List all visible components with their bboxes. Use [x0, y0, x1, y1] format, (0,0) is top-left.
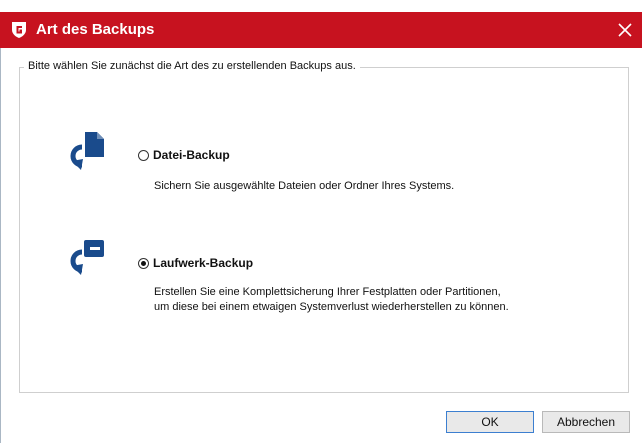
drive-backup-label: Laufwerk-Backup	[153, 256, 254, 270]
window-title: Art des Backups	[36, 21, 155, 38]
backup-type-dialog: Art des Backups Bitte wählen Sie zunächs…	[0, 0, 642, 443]
file-backup-icon	[66, 130, 106, 178]
drive-backup-description-line-1: Erstellen Sie eine Komplettsicherung Ihr…	[154, 286, 501, 298]
drive-backup-icon	[66, 238, 106, 286]
title-bar: Art des Backups	[0, 12, 642, 48]
cancel-button[interactable]: Abbrechen	[542, 411, 630, 433]
window-border	[0, 48, 1, 443]
group-caption: Bitte wählen Sie zunächst die Art des zu…	[24, 60, 360, 72]
file-backup-description-line: Sichern Sie ausgewählte Dateien oder Ord…	[154, 180, 455, 192]
gdata-logo-icon	[10, 21, 28, 39]
radio-drive-backup[interactable]: Laufwerk-Backup	[138, 256, 253, 270]
radio-drive-backup-indicator[interactable]	[138, 257, 149, 269]
file-backup-description: Sichern Sie ausgewählte Dateien oder Ord…	[154, 179, 454, 194]
radio-file-backup-indicator[interactable]	[138, 149, 149, 161]
close-icon[interactable]	[612, 16, 638, 44]
radio-file-backup[interactable]: Datei-Backup	[138, 148, 230, 162]
drive-backup-description-line-2: um diese bei einem etwaigen Systemverlus…	[154, 301, 509, 313]
drive-backup-description: Erstellen Sie eine Komplettsicherung Ihr…	[154, 285, 509, 315]
file-backup-label: Datei-Backup	[153, 148, 230, 162]
backup-type-group	[19, 67, 629, 393]
ok-button[interactable]: OK	[446, 411, 534, 433]
